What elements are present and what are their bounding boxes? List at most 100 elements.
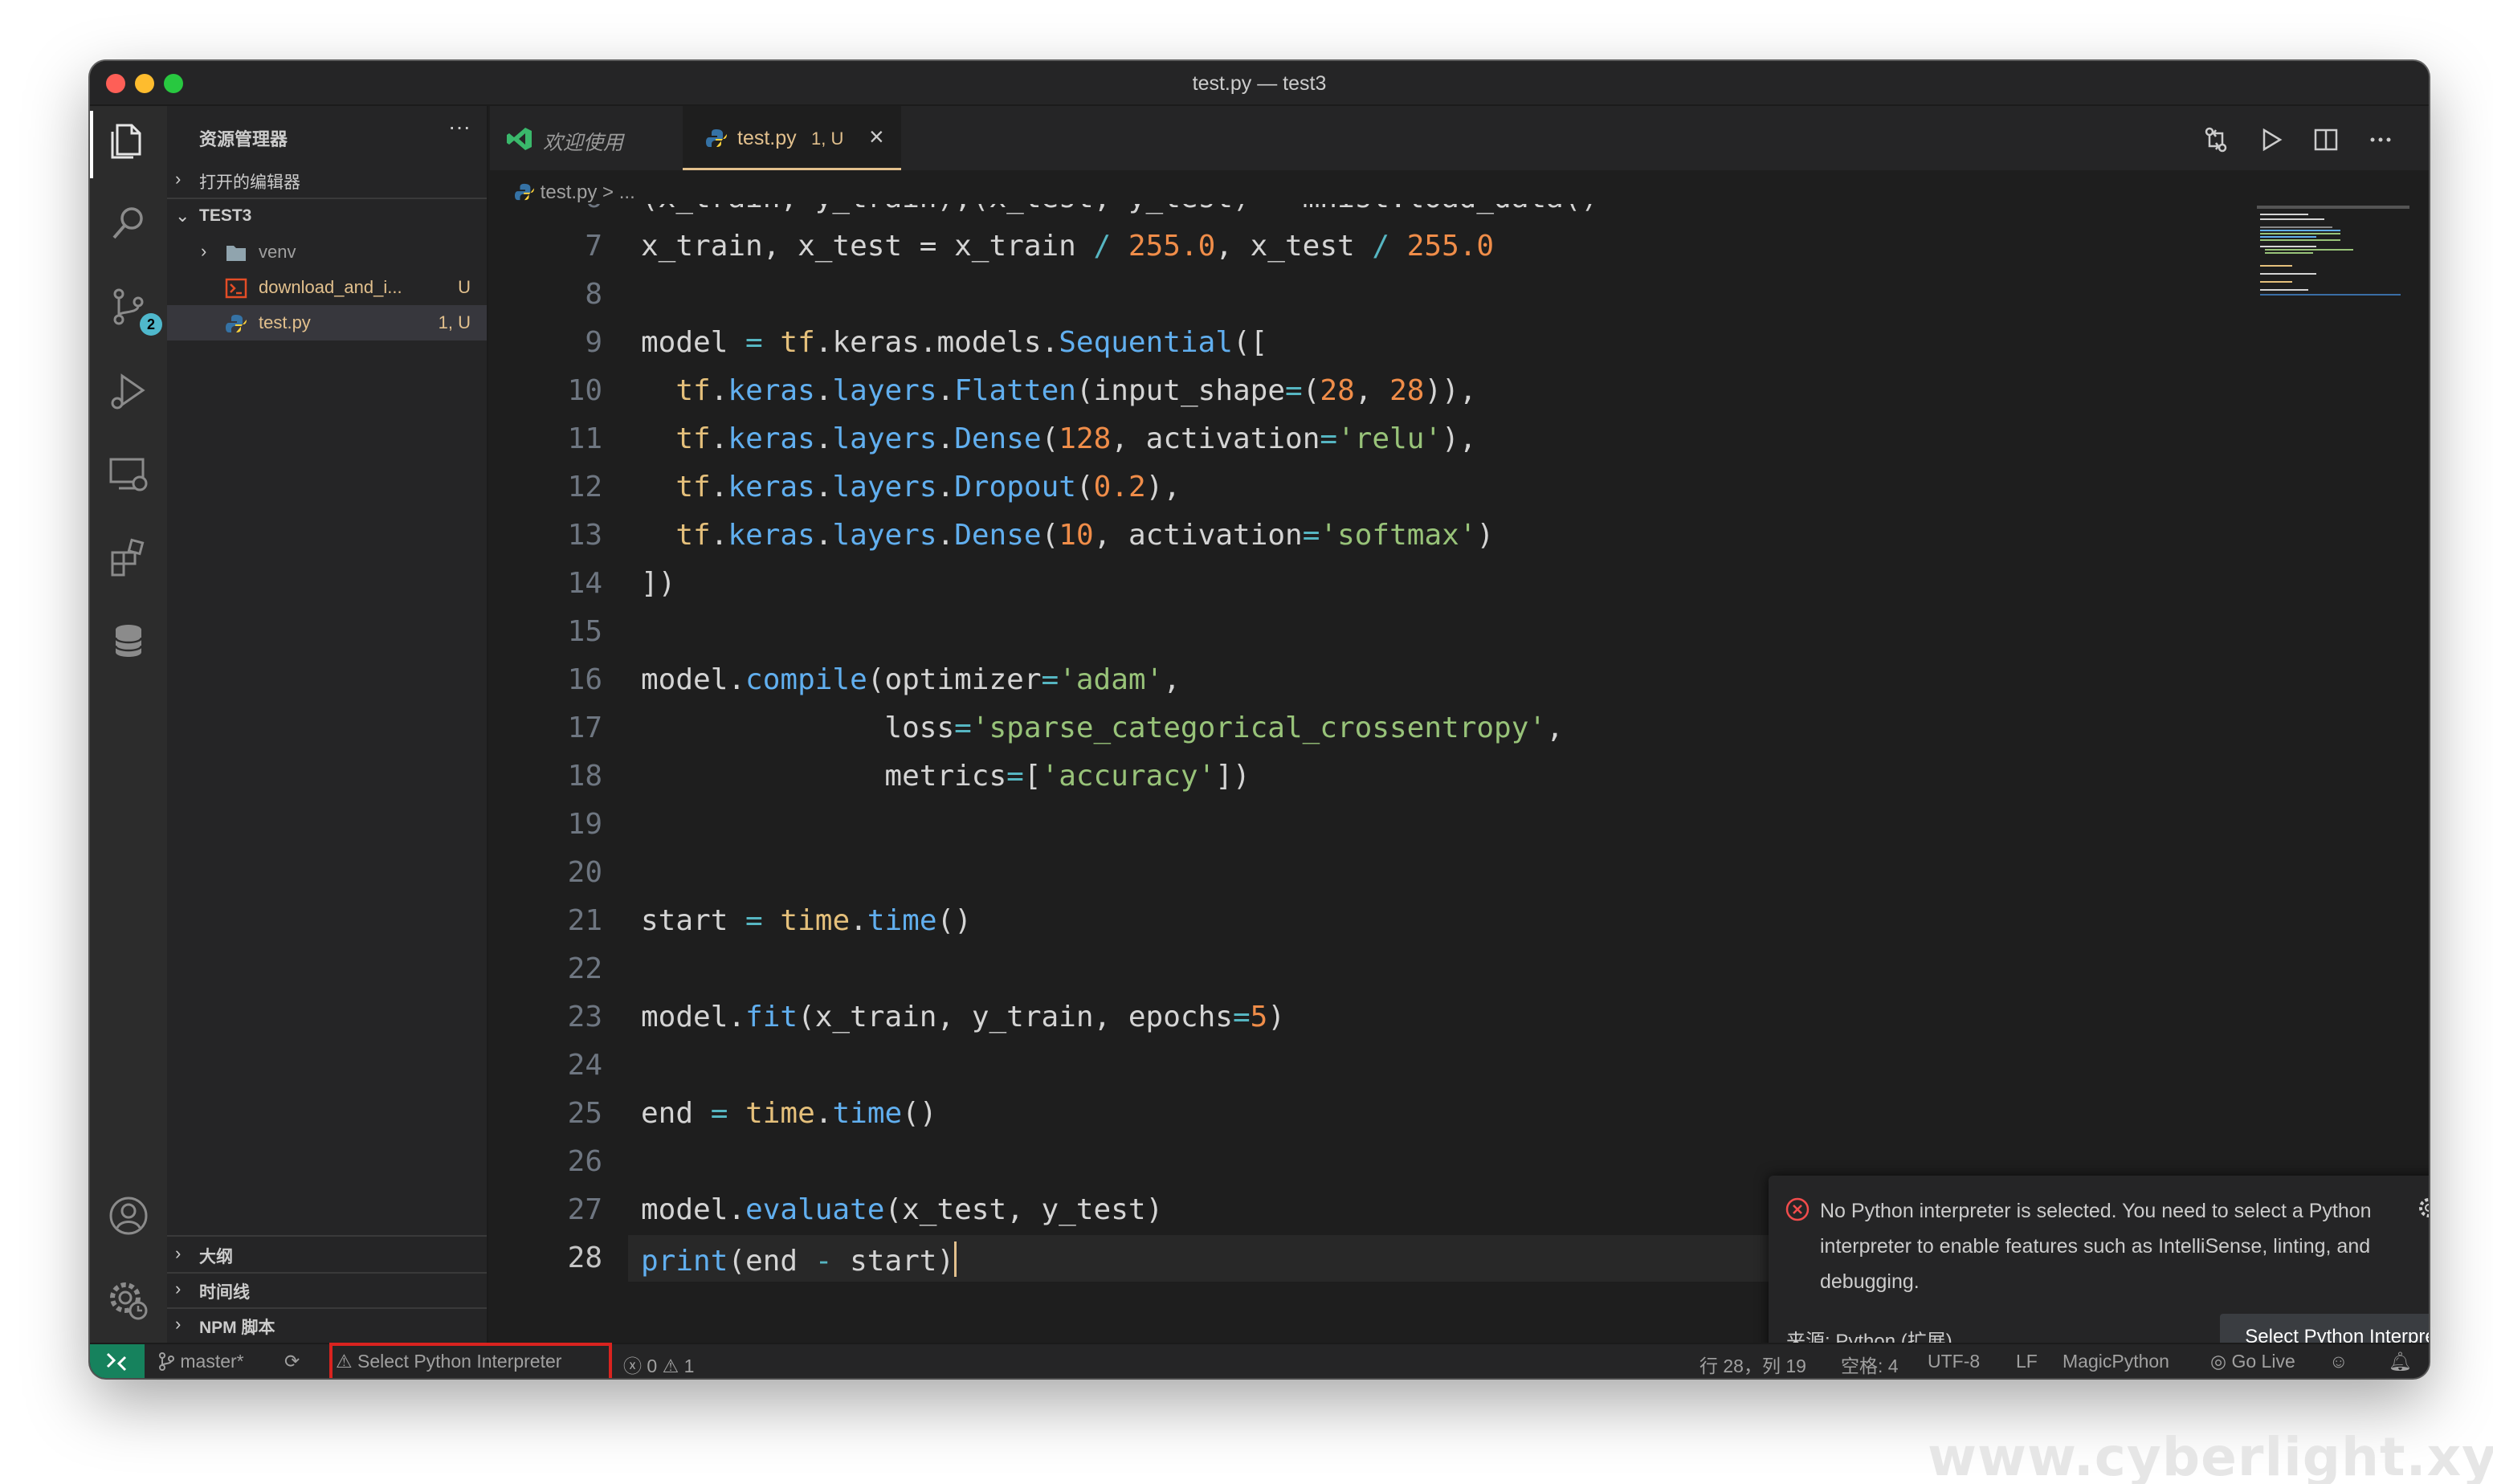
tab-close-icon[interactable]: × [869,122,884,152]
code-line: ]) [641,567,676,600]
code-line: tf.keras.layers.Dense(128, activation='r… [675,422,1477,455]
more-actions-icon[interactable] [2364,124,2397,156]
shell-script-icon [225,278,247,299]
go-live-label: Go Live [2231,1351,2295,1372]
database-icon[interactable] [106,618,151,663]
split-editor-icon[interactable] [2310,124,2342,156]
explorer-more-button[interactable]: ··· [448,114,471,140]
warning-count-icon: ⚠ [662,1356,679,1376]
python-file-icon [515,183,534,201]
feedback-icon[interactable]: ☺ [2329,1351,2348,1372]
line-ending[interactable]: LF [2016,1351,2038,1372]
editor-group: 欢迎使用 test.py 1, U × test.py > ... 6 [490,106,2429,1343]
code-line-current: print(end - start) [641,1241,957,1278]
folder-test3[interactable]: ⌄ TEST3 [167,199,487,234]
tree-item-label: test.py [259,312,311,332]
chevron-right-icon: › [175,1278,182,1298]
outline-label: 大纲 [199,1248,233,1266]
source-control-badge: 2 [140,313,162,336]
line-number: 14 [567,567,602,600]
code-line-partial: (x_train, y_train),(x_test, y_test) = mn… [641,204,1598,214]
problems-indicator[interactable]: ⓧ 0 ⚠ 1 [623,1351,694,1378]
line-number: 25 [567,1097,602,1130]
line-number: 26 [567,1145,602,1178]
error-count: 0 [647,1356,658,1376]
warning-count: 1 [683,1356,695,1376]
code-line: end = time.time() [641,1097,937,1130]
breadcrumb-file[interactable]: test.py [541,181,598,203]
source-control-icon[interactable]: 2 [106,284,162,336]
open-editors-label: 打开的编辑器 [199,173,300,192]
code-line: model = tf.keras.models.Sequential([ [641,326,1268,359]
vscode-window: test.py — test3 2 资源管理器 ··· › 打开的编辑器 ⌄ T… [90,61,2429,1378]
line-number: 9 [585,326,602,359]
code-line: tf.keras.layers.Flatten(input_shape=(28,… [675,374,1477,407]
language-mode[interactable]: MagicPython [2063,1351,2169,1372]
run-debug-icon[interactable] [106,368,151,413]
code-line: metrics=['accuracy']) [641,760,1251,793]
line-number: 28 [567,1241,602,1274]
watermark: www.cyberlight.xyz [1928,1426,2493,1484]
line-number: 17 [567,711,602,744]
code-editor[interactable]: 6 7 8 9 10 11 12 13 14 15 16 17 18 19 20… [490,204,2249,1343]
remote-explorer-icon[interactable] [106,451,151,496]
sync-icon[interactable]: ⟳ [284,1351,300,1372]
tree-item-test-py[interactable]: test.py 1, U [167,305,487,340]
indentation[interactable]: 空格: 4 [1841,1351,1899,1378]
open-editors-section[interactable]: › 打开的编辑器 [167,162,487,198]
breadcrumb[interactable]: test.py > ... [514,181,635,204]
tab-test-py[interactable]: test.py 1, U × [683,106,901,170]
extensions-icon[interactable] [106,535,151,580]
breadcrumb-more[interactable]: ... [619,181,635,203]
manage-gear-icon[interactable] [106,1277,151,1322]
tab-label: test.py [737,127,797,149]
python-file-icon [706,129,727,147]
remote-indicator-button[interactable] [90,1344,145,1378]
tree-item-venv[interactable]: › venv [167,234,487,270]
account-icon[interactable] [106,1193,151,1238]
tree-item-download-script[interactable]: download_and_i... U [167,270,487,305]
line-number: 6 [490,204,602,214]
line-number: 18 [567,760,602,793]
line-number: 13 [567,519,602,552]
line-number: 20 [567,856,602,889]
line-number: 24 [567,1049,602,1082]
line-number: 10 [567,374,602,407]
tree-item-label: venv [259,242,296,262]
cursor-position[interactable]: 行 28，列 19 [1699,1351,1806,1378]
run-python-file-icon[interactable] [2254,124,2287,156]
branch-indicator[interactable]: master* [157,1351,244,1372]
error-count-icon: ⓧ [623,1356,642,1376]
code-line: model.evaluate(x_test, y_test) [641,1193,1164,1226]
explorer-icon[interactable] [106,117,151,162]
status-bar: master* ⟳ ⚠ Select Python Interpreter ⓧ … [90,1343,2429,1378]
timeline-section[interactable]: › 时间线 [167,1272,487,1307]
gear-icon[interactable] [2416,1195,2429,1221]
tab-welcome[interactable]: 欢迎使用 [490,106,681,170]
line-number: 19 [567,808,602,841]
activity-bar: 2 [90,106,167,1343]
code-line: model.compile(optimizer='adam', [641,663,1181,696]
outline-section[interactable]: › 大纲 [167,1237,487,1272]
notification-message: No Python interpreter is selected. You n… [1820,1200,2372,1293]
title-bar: test.py — test3 [90,61,2429,106]
npm-scripts-section[interactable]: › NPM 脚本 [167,1307,487,1343]
minimap[interactable] [2257,206,2409,310]
line-number: 16 [567,663,602,696]
go-live-button[interactable]: ◎ Go Live [2210,1351,2295,1372]
line-number: 8 [585,278,602,311]
python-file-icon [226,315,247,332]
code-line: x_train, x_test = x_train / 255.0, x_tes… [641,230,1495,263]
notifications-bell-icon[interactable]: 🔔︎ [2389,1351,2412,1372]
line-number: 15 [567,615,602,648]
encoding[interactable]: UTF-8 [1928,1351,1980,1372]
chevron-right-icon: › [201,241,207,261]
search-icon[interactable] [106,201,151,246]
timeline-label: 时间线 [199,1283,250,1302]
error-icon [1785,1197,1810,1221]
npm-scripts-label: NPM 脚本 [199,1319,275,1337]
open-changes-icon[interactable] [2200,124,2232,156]
vscode-logo-icon [507,128,532,150]
line-number: 21 [567,904,602,937]
line-number: 23 [567,1001,602,1034]
